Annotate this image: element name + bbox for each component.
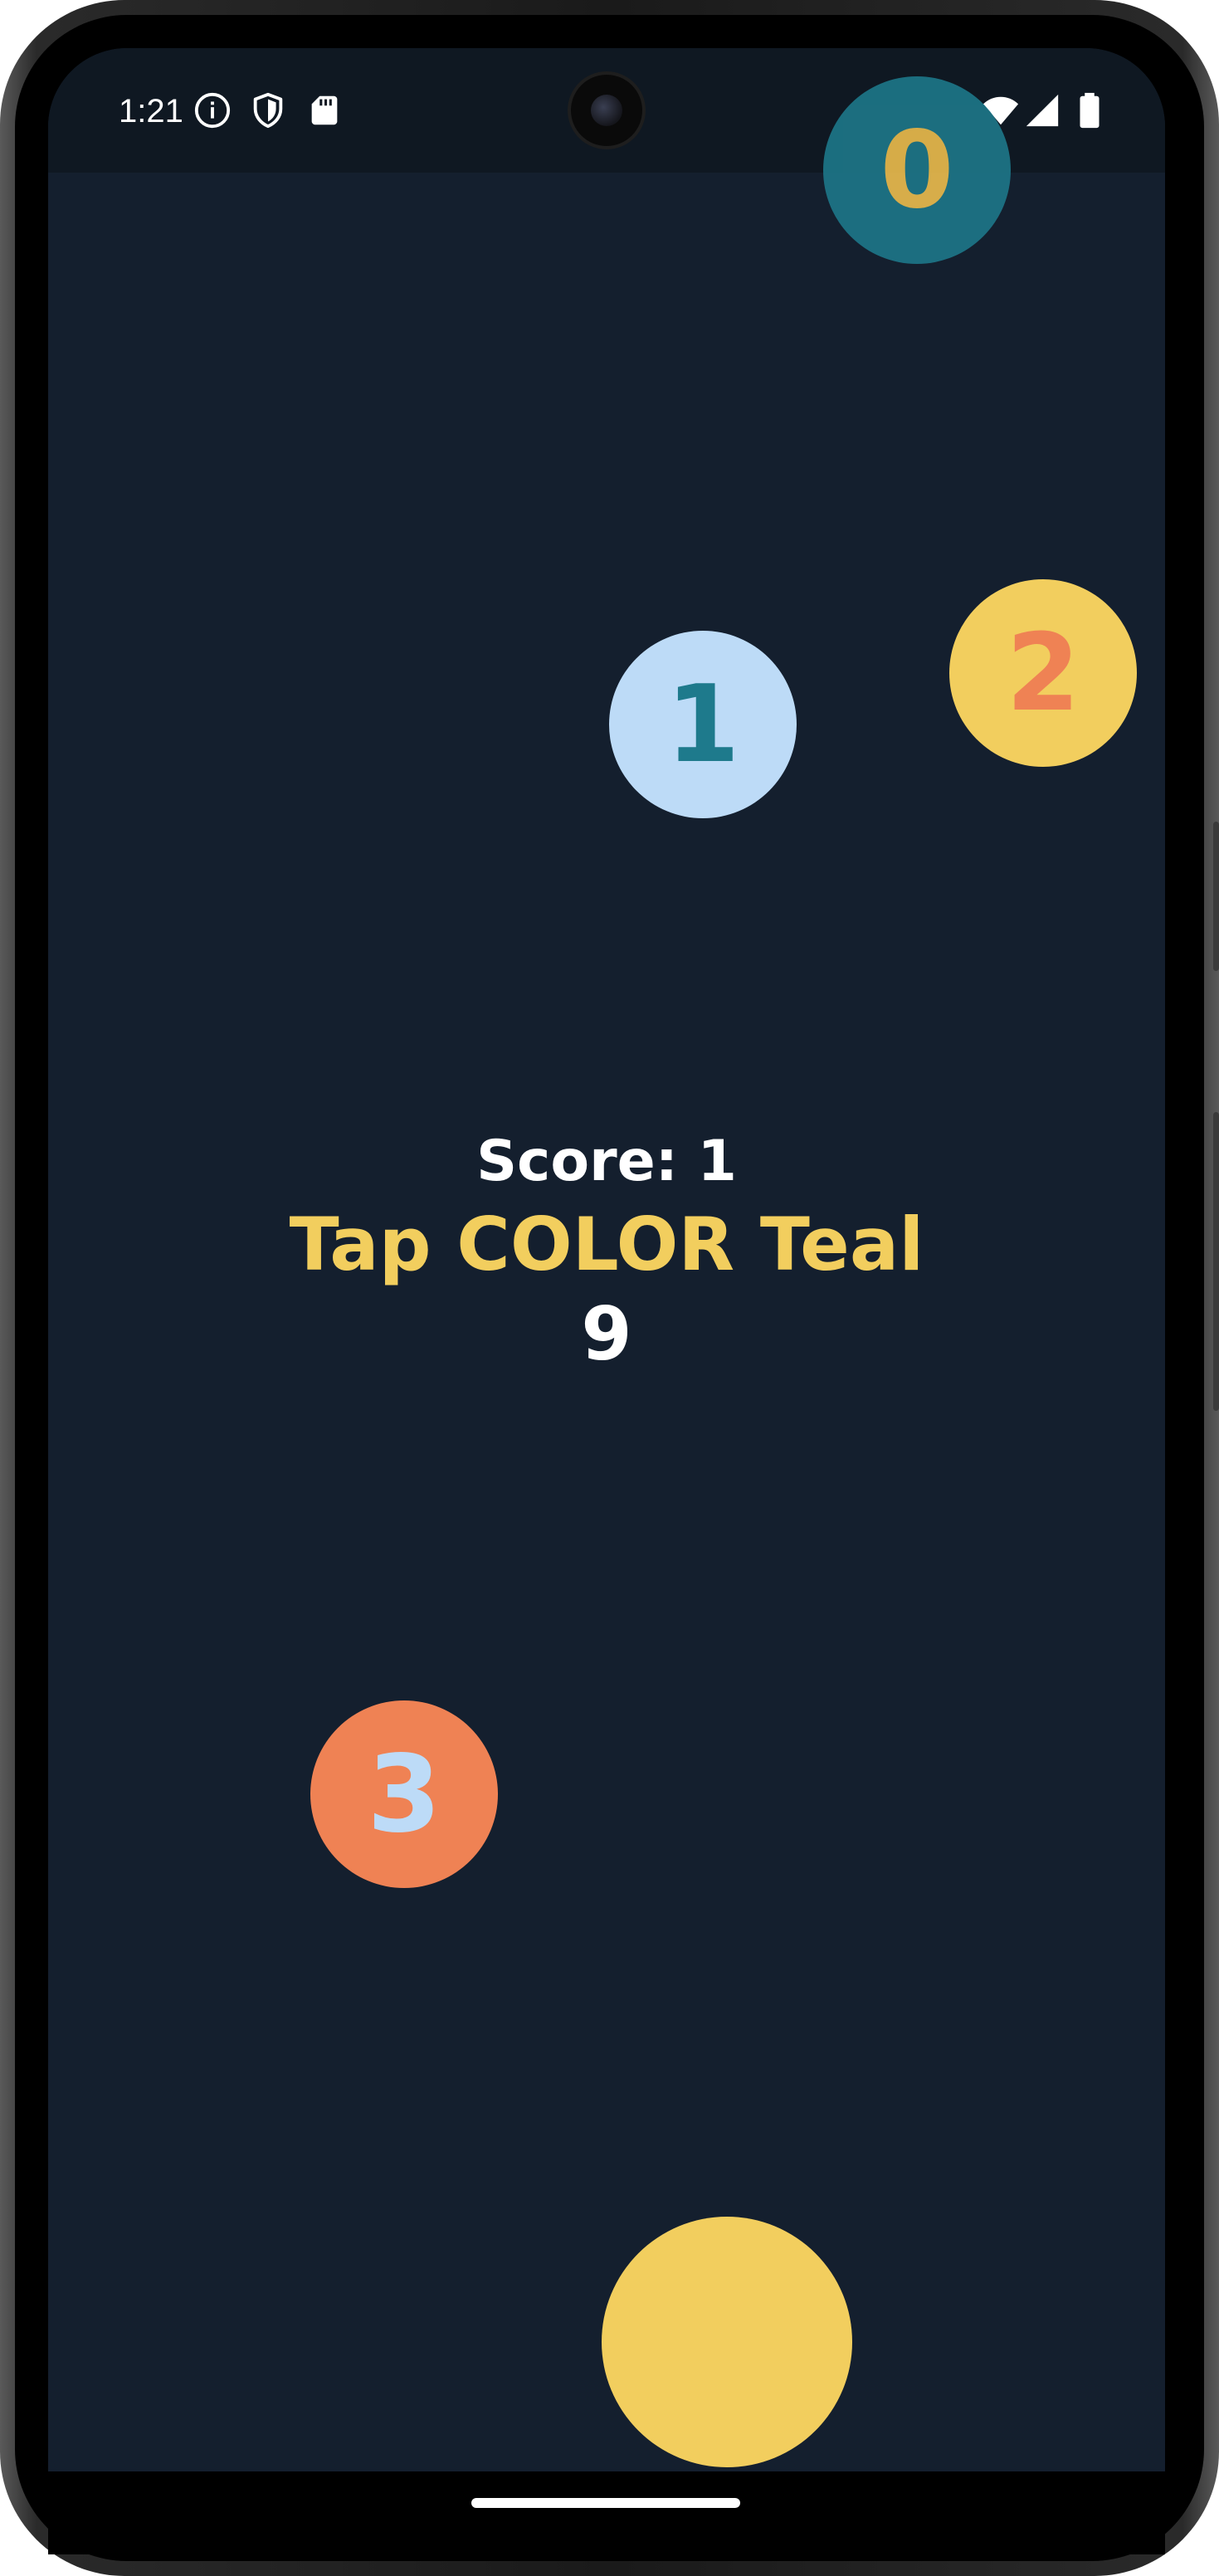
bubble-label: 1 <box>666 662 740 787</box>
instruction-text: Tap COLOR Teal <box>289 1202 924 1287</box>
signal-icon <box>1026 94 1059 127</box>
sd-card-icon <box>311 95 338 125</box>
phone-frame: 1:21 0 1 2 3 Score: 1 Tap COLOR Teal 9 <box>0 0 1219 2576</box>
status-time: 1:21 <box>119 93 183 129</box>
bubble-label: 3 <box>367 1732 441 1856</box>
game-screen[interactable]: 1:21 0 1 2 3 Score: 1 Tap COLOR Teal 9 <box>48 48 1165 2471</box>
countdown-timer: 9 <box>581 1291 632 1377</box>
camera-lens <box>591 95 622 126</box>
home-indicator[interactable] <box>471 2498 740 2508</box>
number-bubble-3[interactable]: 3 <box>310 1700 498 1888</box>
front-camera <box>571 75 642 146</box>
number-bubble-1[interactable]: 1 <box>609 631 797 818</box>
navigation-bar <box>48 2471 1165 2554</box>
battery-icon <box>1080 92 1100 129</box>
shield-icon <box>253 92 283 129</box>
bubble-label: 2 <box>1006 611 1080 735</box>
player-ball[interactable] <box>602 2217 852 2467</box>
volume-button <box>1213 822 1219 971</box>
bubble-label: 0 <box>880 108 954 232</box>
info-icon <box>194 92 231 129</box>
number-bubble-2[interactable]: 2 <box>949 579 1137 767</box>
number-bubble-0[interactable]: 0 <box>823 76 1011 264</box>
score-text: Score: 1 <box>476 1129 737 1194</box>
power-button <box>1213 1112 1219 1411</box>
